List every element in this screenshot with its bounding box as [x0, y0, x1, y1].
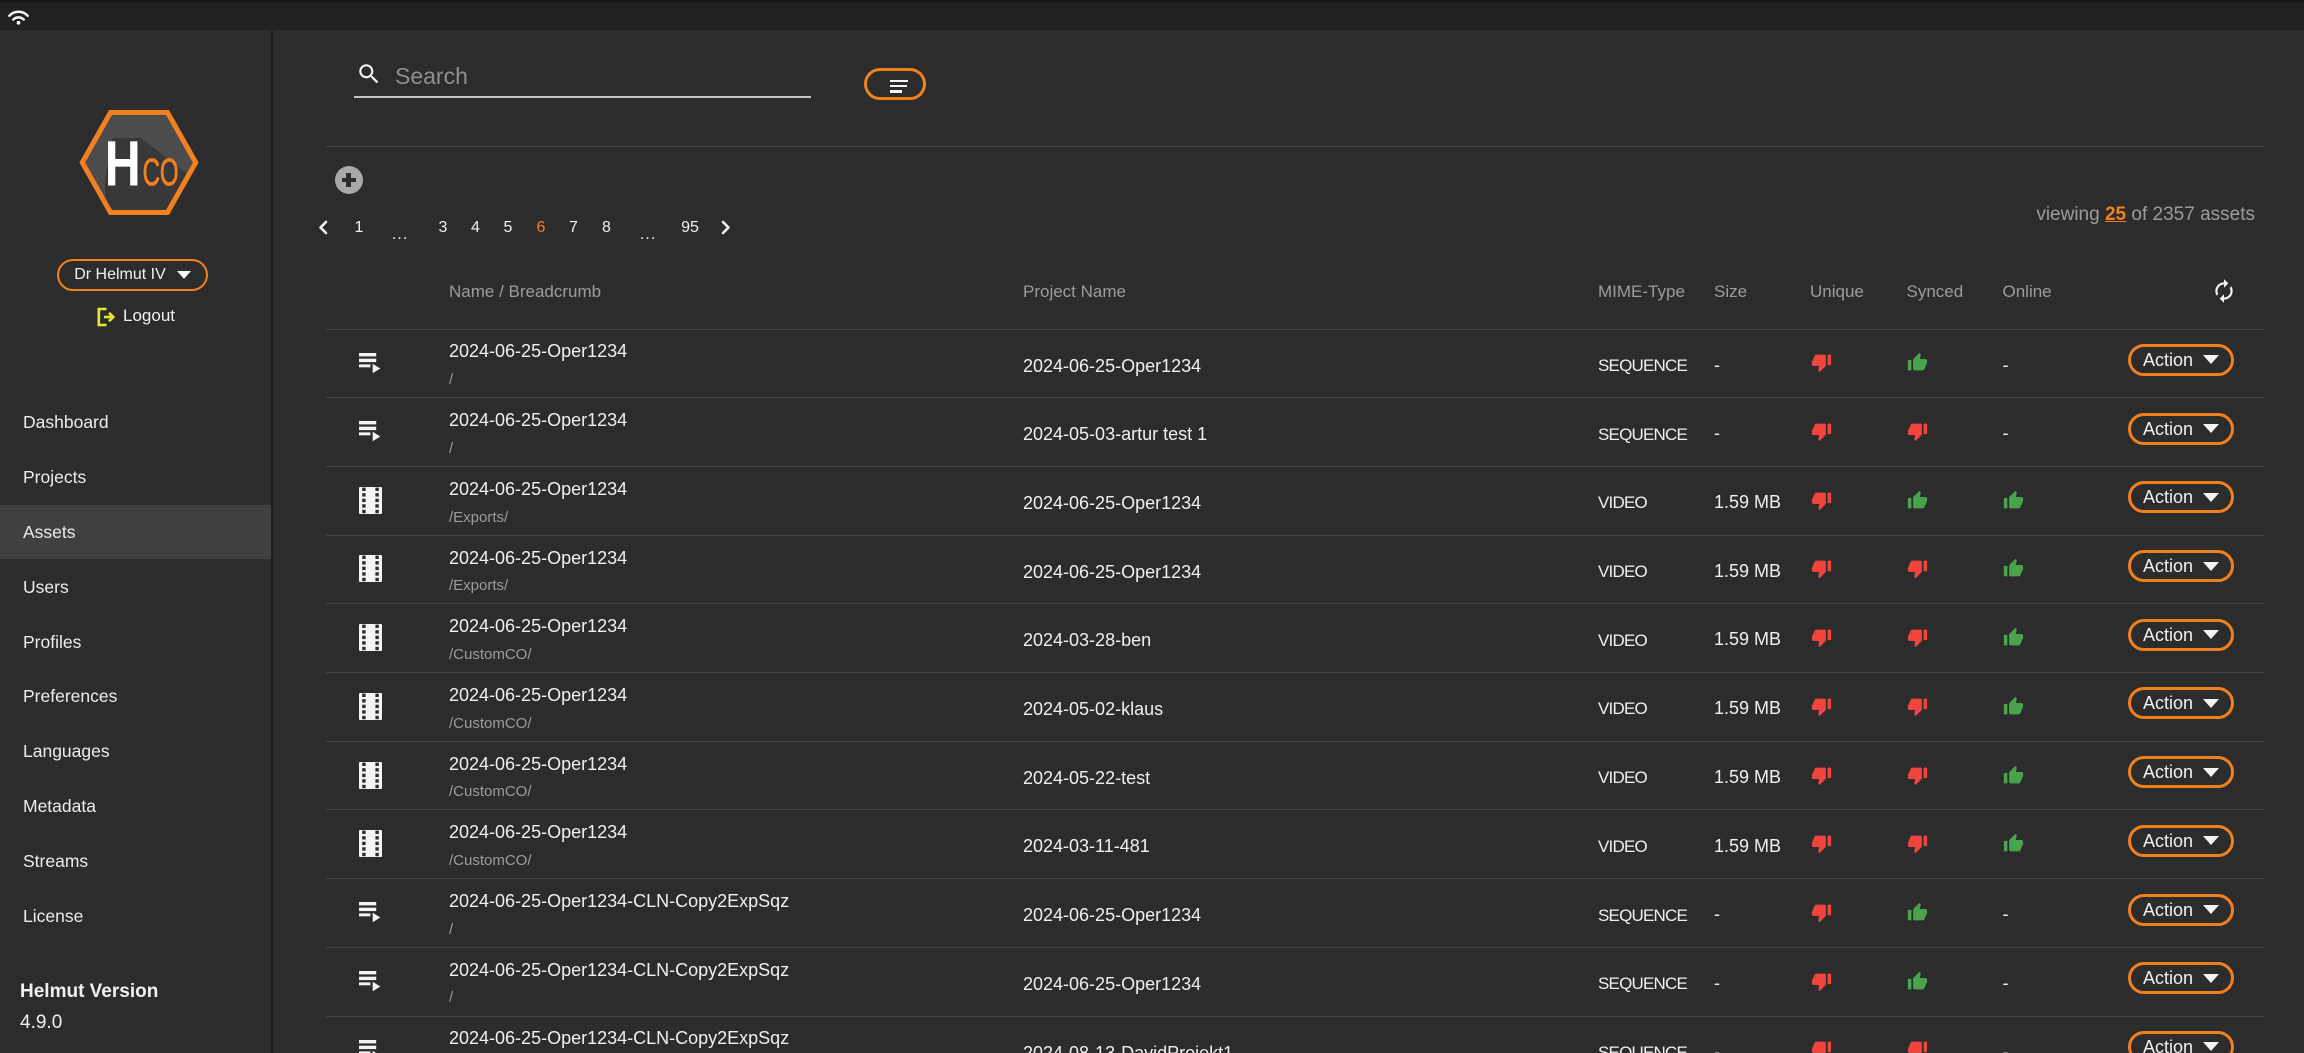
- svg-text:H: H: [105, 128, 141, 200]
- svg-text:CO: CO: [143, 152, 179, 194]
